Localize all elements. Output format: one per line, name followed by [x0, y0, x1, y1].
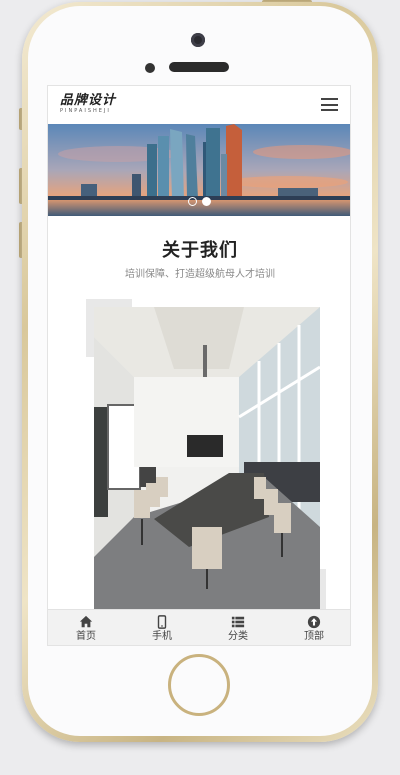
- about-photo-frame: [86, 299, 326, 609]
- hero-banner[interactable]: [48, 124, 350, 216]
- carousel-dot-1[interactable]: [188, 197, 197, 206]
- home-button[interactable]: [168, 654, 230, 716]
- earpiece-speaker: [169, 62, 229, 72]
- about-title: 关于我们: [162, 240, 238, 261]
- nav-label: 手机: [152, 631, 172, 642]
- mobile-icon: [157, 615, 167, 629]
- conference-room-photo: [94, 307, 320, 609]
- proximity-sensor: [145, 63, 155, 73]
- phone-screen: 品牌设计 PINPAISHEJI 关于我们 培训保障、打造超级航母人才培训 首页…: [47, 85, 351, 646]
- bottom-navigation: 首页 手机 分类 顶部: [48, 609, 350, 645]
- nav-item-home[interactable]: 首页: [48, 610, 124, 645]
- site-logo[interactable]: 品牌设计 PINPAISHEJI: [60, 94, 116, 115]
- site-header: 品牌设计 PINPAISHEJI: [48, 86, 350, 124]
- nav-item-top[interactable]: 顶部: [276, 610, 350, 645]
- arrow-up-icon: [307, 615, 321, 629]
- device-mockup: 品牌设计 PINPAISHEJI 关于我们 培训保障、打造超级航母人才培训 首页…: [0, 0, 400, 775]
- hamburger-menu-icon[interactable]: [321, 98, 338, 111]
- nav-label: 分类: [228, 631, 248, 642]
- logo-title: 品牌设计: [60, 93, 117, 108]
- nav-label: 顶部: [304, 631, 324, 642]
- carousel-indicators: [188, 197, 211, 206]
- logo-subtitle: PINPAISHEJI: [60, 108, 111, 114]
- nav-label: 首页: [76, 631, 96, 642]
- about-subtitle: 培训保障、打造超级航母人才培训: [125, 269, 275, 280]
- carousel-dot-2[interactable]: [202, 197, 211, 206]
- nav-item-category[interactable]: 分类: [200, 610, 276, 645]
- list-icon: [231, 616, 245, 628]
- front-camera: [191, 33, 205, 47]
- home-icon: [79, 615, 93, 628]
- nav-item-mobile[interactable]: 手机: [124, 610, 200, 645]
